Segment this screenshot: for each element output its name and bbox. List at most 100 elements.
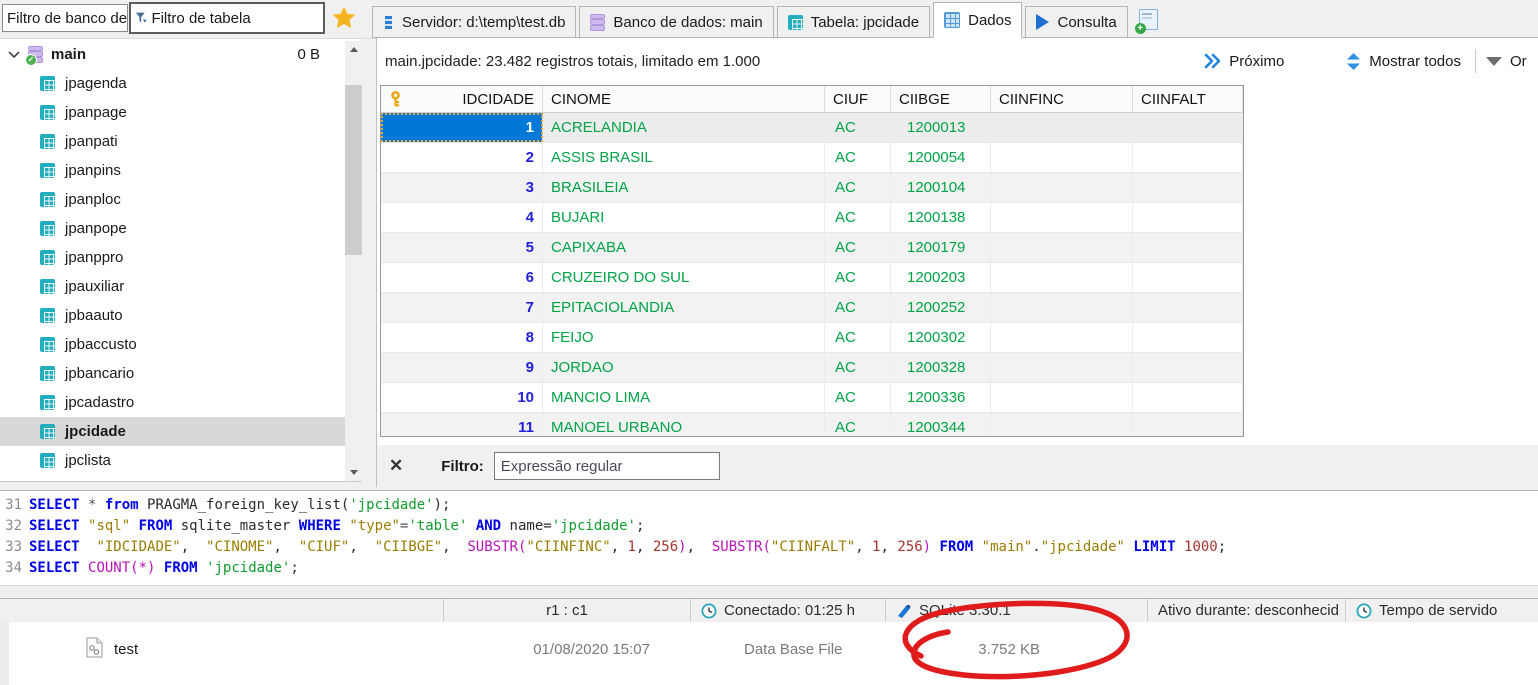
grid-cell[interactable]: ASSIS BRASIL	[543, 143, 825, 172]
close-filter-icon[interactable]: ✕	[389, 456, 403, 476]
grid-cell[interactable]: 10	[381, 383, 543, 412]
table-row[interactable]: 6CRUZEIRO DO SULAC1200203	[381, 263, 1243, 293]
database-filter-input[interactable]	[3, 6, 135, 30]
chevron-down-icon[interactable]	[8, 50, 20, 59]
grid-cell[interactable]: 1200104	[891, 173, 991, 202]
grid-cell[interactable]: 1200013	[891, 113, 991, 142]
table-filter-input[interactable]	[147, 10, 319, 27]
grid-cell[interactable]: ACRELANDIA	[543, 113, 825, 142]
grid-cell[interactable]: MANCIO LIMA	[543, 383, 825, 412]
grid-cell[interactable]: AC	[825, 143, 891, 172]
grid-cell[interactable]	[1133, 293, 1243, 322]
grid-cell[interactable]: AC	[825, 233, 891, 262]
grid-cell[interactable]: 1200252	[891, 293, 991, 322]
sidebar-item-jpanpins[interactable]: jpanpins	[0, 156, 362, 185]
table-row[interactable]: 2ASSIS BRASILAC1200054	[381, 143, 1243, 173]
sidebar-item-jpcidade[interactable]: jpcidade	[0, 417, 362, 446]
grid-cell[interactable]	[991, 233, 1133, 262]
table-row[interactable]: 8FEIJOAC1200302	[381, 323, 1243, 353]
favorites-star-icon[interactable]	[332, 6, 356, 30]
sidebar-item-jpanploc[interactable]: jpanploc	[0, 185, 362, 214]
column-header-ciinfalt[interactable]: CIINFALT	[1133, 86, 1243, 112]
grid-cell[interactable]: CAPIXABA	[543, 233, 825, 262]
grid-cell[interactable]	[991, 413, 1133, 437]
grid-cell[interactable]	[991, 263, 1133, 292]
tab-database[interactable]: Banco de dados: main	[579, 6, 773, 37]
grid-cell[interactable]	[1133, 203, 1243, 232]
grid-cell[interactable]: BRASILEIA	[543, 173, 825, 202]
sidebar-item-jpanpati[interactable]: jpanpati	[0, 127, 362, 156]
table-row[interactable]: 3BRASILEIAAC1200104	[381, 173, 1243, 203]
grid-cell[interactable]: AC	[825, 323, 891, 352]
column-header-ciinfinc[interactable]: CIINFINC	[991, 86, 1133, 112]
grid-cell[interactable]	[1133, 323, 1243, 352]
grid-cell[interactable]: 1200328	[891, 353, 991, 382]
grid-cell[interactable]: 3	[381, 173, 543, 202]
sidebar-item-jpclista[interactable]: jpclista	[0, 446, 362, 475]
grid-cell[interactable]: JORDAO	[543, 353, 825, 382]
table-row[interactable]: 4BUJARIAC1200138	[381, 203, 1243, 233]
grid-cell[interactable]: 1	[381, 113, 543, 142]
table-row[interactable]: 7EPITACIOLANDIAAC1200252	[381, 293, 1243, 323]
grid-cell[interactable]	[1133, 353, 1243, 382]
tree-scrollbar[interactable]	[345, 41, 362, 481]
new-query-tab-button[interactable]	[1139, 9, 1158, 30]
order-button[interactable]: Or	[1486, 53, 1538, 70]
grid-cell[interactable]: 6	[381, 263, 543, 292]
grid-cell[interactable]: 2	[381, 143, 543, 172]
grid-cell[interactable]	[991, 203, 1133, 232]
grid-cell[interactable]: FEIJO	[543, 323, 825, 352]
sidebar-item-jpanpope[interactable]: jpanpope	[0, 214, 362, 243]
grid-cell[interactable]: 1200336	[891, 383, 991, 412]
sidebar-item-jpbaccusto[interactable]: jpbaccusto	[0, 330, 362, 359]
grid-cell[interactable]: EPITACIOLANDIA	[543, 293, 825, 322]
sidebar-item-jpauxiliar[interactable]: jpauxiliar	[0, 272, 362, 301]
grid-cell[interactable]: 1200179	[891, 233, 991, 262]
grid-cell[interactable]: 8	[381, 323, 543, 352]
grid-cell[interactable]: 7	[381, 293, 543, 322]
grid-cell[interactable]: 1200138	[891, 203, 991, 232]
grid-cell[interactable]: 4	[381, 203, 543, 232]
grid-cell[interactable]: AC	[825, 293, 891, 322]
regex-filter-input[interactable]	[494, 452, 720, 480]
column-header-cinome[interactable]: CINOME	[543, 86, 825, 112]
tab-table[interactable]: Tabela: jpcidade	[777, 6, 930, 37]
grid-cell[interactable]	[991, 323, 1133, 352]
grid-cell[interactable]: 1200344	[891, 413, 991, 437]
grid-cell[interactable]	[1133, 143, 1243, 172]
grid-cell[interactable]: AC	[825, 353, 891, 382]
sidebar-item-main[interactable]: main 0 B	[0, 39, 362, 69]
grid-cell[interactable]: 5	[381, 233, 543, 262]
grid-cell[interactable]: 1200054	[891, 143, 991, 172]
grid-cell[interactable]: 1200302	[891, 323, 991, 352]
grid-cell[interactable]: AC	[825, 383, 891, 412]
grid-cell[interactable]: AC	[825, 203, 891, 232]
sidebar-item-jpagenda[interactable]: jpagenda	[0, 69, 362, 98]
grid-cell[interactable]: AC	[825, 173, 891, 202]
grid-cell[interactable]	[1133, 383, 1243, 412]
grid-cell[interactable]	[991, 173, 1133, 202]
table-row[interactable]: 9JORDAOAC1200328	[381, 353, 1243, 383]
column-header-idcidade[interactable]: IDCIDADE	[381, 86, 543, 112]
scroll-down-button[interactable]	[345, 464, 362, 481]
sidebar-item-jpbaauto[interactable]: jpbaauto	[0, 301, 362, 330]
scrollbar-thumb[interactable]	[345, 85, 362, 255]
table-row[interactable]: 1ACRELANDIAAC1200013	[381, 113, 1243, 143]
sidebar-item-jpanppro[interactable]: jpanppro	[0, 243, 362, 272]
grid-cell[interactable]: 9	[381, 353, 543, 382]
grid-cell[interactable]: BUJARI	[543, 203, 825, 232]
table-row[interactable]: 11MANOEL URBANOAC1200344	[381, 413, 1243, 437]
grid-cell[interactable]	[1133, 233, 1243, 262]
tab-query[interactable]: Consulta	[1025, 6, 1127, 37]
grid-cell[interactable]: CRUZEIRO DO SUL	[543, 263, 825, 292]
table-row[interactable]: 5CAPIXABAAC1200179	[381, 233, 1243, 263]
grid-cell[interactable]: AC	[825, 113, 891, 142]
next-button[interactable]: Próximo	[1204, 53, 1284, 70]
grid-cell[interactable]	[1133, 173, 1243, 202]
grid-cell[interactable]	[991, 383, 1133, 412]
grid-cell[interactable]	[991, 143, 1133, 172]
grid-cell[interactable]	[1133, 413, 1243, 437]
grid-cell[interactable]: 1200203	[891, 263, 991, 292]
grid-cell[interactable]: AC	[825, 263, 891, 292]
column-header-ciuf[interactable]: CIUF	[825, 86, 891, 112]
